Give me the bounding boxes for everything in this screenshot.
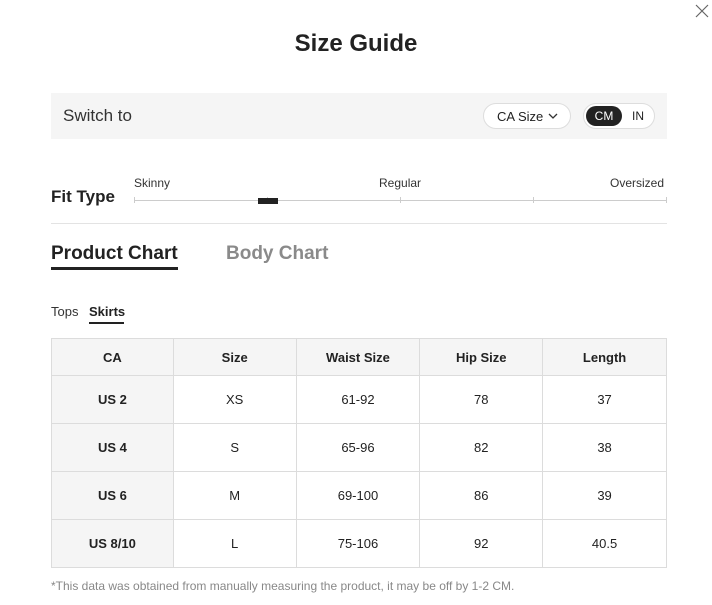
switch-label: Switch to <box>63 106 132 125</box>
cell-size: L <box>172 519 297 568</box>
cell-waist: 61-92 <box>295 375 421 424</box>
size-table: CA Size Waist Size Hip Size Length US 2 … <box>51 338 667 568</box>
cell-hip: 86 <box>419 471 544 520</box>
modal-title: Size Guide <box>294 30 418 57</box>
fit-scale-tick <box>400 197 401 203</box>
switch-bar: Switch to CA Size CM IN <box>51 93 667 139</box>
cell-hip: 82 <box>419 423 544 472</box>
cell-length: 40.5 <box>542 519 667 568</box>
cell-ca: US 6 <box>51 471 174 520</box>
cell-hip: 78 <box>419 375 544 424</box>
cell-length: 37 <box>542 375 667 424</box>
fit-option-skinny: Skinny <box>134 176 171 190</box>
unit-cm-button[interactable]: CM <box>586 106 622 126</box>
cell-ca: US 4 <box>51 423 174 472</box>
fit-scale-tick <box>533 197 534 203</box>
cell-size: XS <box>172 375 297 424</box>
subtab-skirts[interactable]: Skirts <box>89 304 125 319</box>
cell-waist: 69-100 <box>295 471 421 520</box>
header-length: Length <box>542 338 667 376</box>
tab-body-chart[interactable]: Body Chart <box>226 243 328 265</box>
table-row: US 8/10 L 75-106 92 40.5 <box>51 519 667 568</box>
fit-scale-tick <box>666 197 667 203</box>
cell-waist: 75-106 <box>295 519 421 568</box>
cell-length: 38 <box>542 423 667 472</box>
tab-product-chart[interactable]: Product Chart <box>51 243 178 265</box>
cell-size: M <box>172 471 297 520</box>
cell-length: 39 <box>542 471 667 520</box>
subtab-skirts-underline <box>89 322 124 324</box>
header-waist-size: Waist Size <box>295 338 421 376</box>
header-size: Size <box>172 338 297 376</box>
section-divider <box>51 223 667 224</box>
fit-option-regular: Regular <box>379 176 422 190</box>
region-select[interactable]: CA Size <box>483 103 571 129</box>
cell-ca: US 8/10 <box>51 519 174 568</box>
cell-waist: 65-96 <box>295 423 421 472</box>
fit-scale-tick <box>134 197 135 203</box>
unit-toggle: CM IN <box>583 103 655 129</box>
fit-type-label: Fit Type <box>51 187 115 206</box>
fit-option-oversized: Oversized <box>610 176 665 190</box>
cell-hip: 92 <box>419 519 544 568</box>
header-hip-size: Hip Size <box>419 338 544 376</box>
header-ca: CA <box>51 338 174 376</box>
table-row: US 4 S 65-96 82 38 <box>51 423 667 472</box>
subtab-tops[interactable]: Tops <box>51 304 78 319</box>
close-button[interactable] <box>695 4 711 20</box>
close-icon <box>695 4 709 18</box>
fit-scale-marker <box>258 198 278 204</box>
unit-in-button[interactable]: IN <box>624 106 652 126</box>
table-header-row: CA Size Waist Size Hip Size Length <box>51 338 667 376</box>
table-row: US 6 M 69-100 86 39 <box>51 471 667 520</box>
cell-size: S <box>172 423 297 472</box>
region-select-value: CA Size <box>497 108 544 124</box>
cell-ca: US 2 <box>51 375 174 424</box>
tab-product-chart-underline <box>51 267 178 270</box>
table-row: US 2 XS 61-92 78 37 <box>51 375 667 424</box>
measurement-footnote: *This data was obtained from manually me… <box>51 579 515 593</box>
chevron-down-icon <box>548 113 558 120</box>
